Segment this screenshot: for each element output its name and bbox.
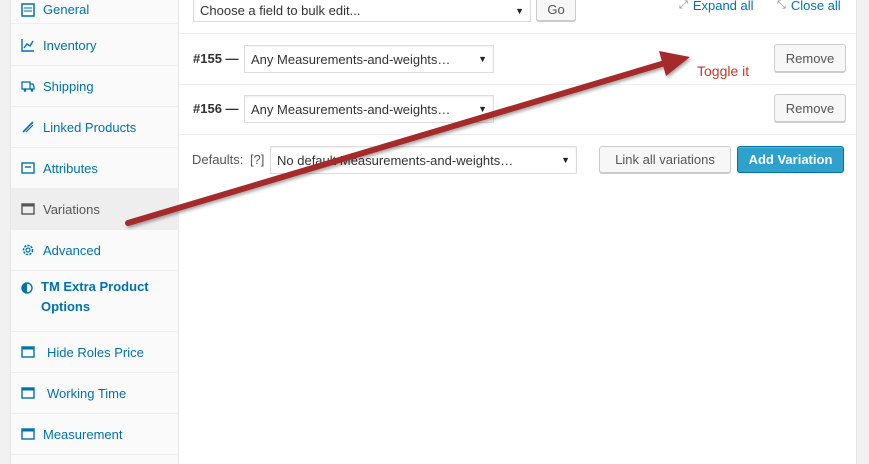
chevron-down-icon: ▼ [515,5,524,16]
sidebar-item-working-time[interactable]: Working Time [11,373,179,414]
variation-attribute-value: Any Measurements-and-weights… [251,101,451,117]
sidebar-item-label: Measurement [43,426,123,442]
close-all-label: Close all [790,0,841,13]
chevron-down-icon: ▼ [478,54,487,64]
page-gutter-left [0,0,10,464]
product-data-tabs: General Inventory Shipping Linked Produc… [10,0,179,464]
window-icon [21,386,35,400]
bulk-edit-value: Choose a field to bulk edit... [200,2,361,18]
variation-attribute-select[interactable]: Any Measurements-and-weights… ▼ [244,45,494,73]
sidebar-item-measurement[interactable]: Measurement [11,414,179,455]
attributes-icon [21,161,35,175]
variation-attribute-value: Any Measurements-and-weights… [251,51,451,67]
sidebar-item-general[interactable]: General [11,0,179,24]
expand-icon: ⤢ [679,0,688,11]
close-all-link[interactable]: ⤡ Close all [777,0,841,15]
sidebar-item-variations[interactable]: Variations [11,189,179,230]
variations-icon [21,202,35,216]
sidebar-item-inventory[interactable]: Inventory [11,25,179,66]
chevron-down-icon: ▼ [478,104,487,114]
expand-all-label: Expand all [692,0,754,13]
sidebar-item-attributes[interactable]: Attributes [11,148,179,189]
link-icon [21,120,35,134]
defaults-help-tip[interactable]: [?] [250,152,264,167]
sidebar-item-label: Advanced [43,242,101,258]
defaults-label: Defaults: [?] [192,152,264,167]
remove-variation-button[interactable]: Remove [774,94,846,122]
defaults-label-text: Defaults: [192,152,244,167]
go-button[interactable]: Go [536,0,576,21]
page-gutter-right [856,0,869,464]
variation-attribute-select[interactable]: Any Measurements-and-weights… ▼ [244,95,494,123]
sidebar-item-advanced[interactable]: Advanced [11,230,179,271]
window-icon [21,427,35,441]
window-icon [21,345,35,359]
chevron-down-icon: ▼ [561,155,570,165]
default-variation-value: No default Measurements-and-weights… [277,152,514,168]
sidebar-item-label: Shipping [43,78,94,94]
sidebar-item-label: General [43,2,90,17]
divider [180,84,856,85]
variation-id: #156 — [193,101,239,116]
truck-icon [21,79,35,93]
sidebar-item-linked-products[interactable]: Linked Products [11,107,179,148]
default-variation-select[interactable]: No default Measurements-and-weights… ▼ [270,146,577,174]
add-variation-button[interactable]: Add Variation [737,146,844,173]
sidebar-item-label: Working Time [47,385,127,401]
sidebar-item-label: Variations [43,201,100,217]
collapse-icon: ⤡ [777,0,786,11]
sidebar-item-label: Linked Products [43,119,137,135]
sidebar-item-tm-extra-product-options[interactable]: TM Extra Product Options [11,271,179,332]
sidebar-item-label: Hide Roles Price [47,344,144,360]
expand-all-link[interactable]: ⤢ Expand all [679,0,754,15]
contrast-icon [21,280,35,294]
divider [180,33,856,34]
sidebar-item-hide-roles-price[interactable]: Hide Roles Price [11,332,179,373]
bulk-edit-select[interactable]: Choose a field to bulk edit... ▼ [193,0,531,22]
sidebar-item-label: TM Extra Product Options [41,279,149,314]
divider [180,134,856,135]
inventory-icon [21,38,35,52]
sidebar-item-label: Attributes [43,160,98,176]
link-all-variations-button[interactable]: Link all variations [599,146,731,173]
variation-id: #155 — [193,51,239,66]
toggle-annotation: Toggle it [697,63,750,79]
sidebar-item-label: Inventory [43,37,97,53]
gear-icon [21,243,35,257]
remove-variation-button[interactable]: Remove [774,44,846,72]
sidebar-item-shipping[interactable]: Shipping [11,66,179,107]
general-icon [21,2,35,17]
